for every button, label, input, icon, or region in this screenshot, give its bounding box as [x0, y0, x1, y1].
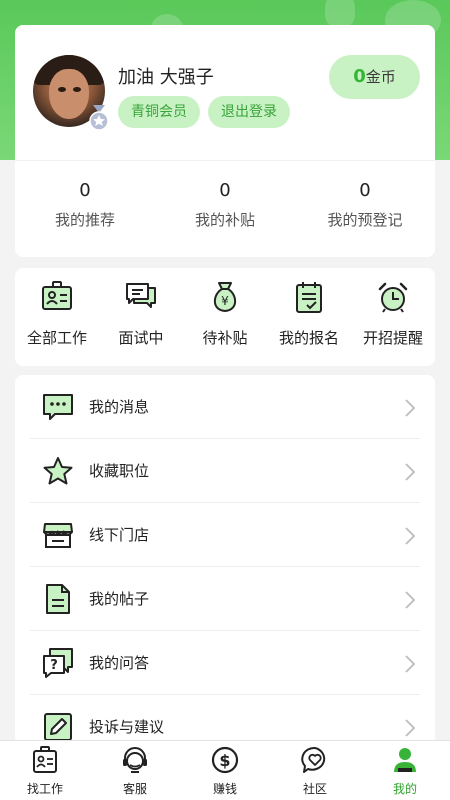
stat-subsidy[interactable]: 0 我的补贴 — [155, 180, 295, 230]
logout-button[interactable]: 退出登录 — [208, 96, 290, 128]
store-icon — [43, 523, 73, 548]
quick-label: 全部工作 — [26, 329, 87, 347]
user-icon — [394, 748, 416, 772]
quick-hiring-alerts[interactable]: 开招提醒 — [351, 268, 435, 366]
alarm-clock-icon — [378, 282, 408, 313]
quick-pending-subsidy[interactable]: ¥ 待补贴 — [183, 268, 267, 366]
stat-value: 0 — [79, 180, 91, 201]
id-card-icon — [42, 281, 72, 310]
chevron-right-icon — [405, 719, 416, 737]
tab-label: 找工作 — [26, 782, 63, 796]
username: 加油 大强子 — [118, 67, 214, 88]
coin-count: 0 — [353, 66, 366, 87]
list-item-label: 我的帖子 — [89, 590, 150, 608]
stat-value: 0 — [359, 180, 371, 201]
stat-value: 0 — [219, 180, 231, 201]
coin-balance[interactable]: 0金币 — [329, 55, 420, 99]
edit-icon — [44, 713, 72, 741]
stat-recommend[interactable]: 0 我的推荐 — [15, 180, 155, 230]
chevron-right-icon — [405, 463, 416, 481]
menu-list: 我的消息 收藏职位 线下门店 我的帖子 ? 我的问答 投诉与建议 — [15, 375, 435, 745]
stat-label: 我的补贴 — [194, 211, 255, 229]
question-icon: ? — [43, 648, 73, 678]
stat-preregistration[interactable]: 0 我的预登记 — [295, 180, 435, 230]
tab-earn-money[interactable]: $ 赚钱 — [180, 741, 270, 800]
chevron-right-icon — [405, 591, 416, 609]
quick-interviewing[interactable]: 面试中 — [99, 268, 183, 366]
chat-bubbles-icon — [126, 283, 156, 308]
coin-unit: 金币 — [365, 68, 396, 86]
tab-community[interactable]: 社区 — [270, 741, 360, 800]
bronze-medal-icon — [89, 105, 109, 131]
heart-chat-icon — [301, 746, 326, 773]
job-badge-icon — [33, 746, 57, 773]
tab-label: 我的 — [392, 782, 417, 796]
star-icon — [43, 457, 73, 485]
list-item-label: 收藏职位 — [89, 462, 150, 480]
chevron-right-icon — [405, 527, 416, 545]
tab-customer-service[interactable]: 客服 — [90, 741, 180, 800]
quick-label: 面试中 — [118, 329, 164, 347]
svg-text:$: $ — [219, 751, 230, 770]
tab-find-job[interactable]: 找工作 — [0, 741, 90, 800]
document-icon — [46, 584, 70, 614]
tab-label: 赚钱 — [212, 782, 237, 796]
divider — [15, 160, 435, 161]
tab-label: 客服 — [122, 782, 147, 796]
quick-label: 开招提醒 — [362, 329, 423, 347]
headset-icon — [123, 747, 147, 773]
money-bag-icon: ¥ — [213, 282, 237, 312]
quick-menu: 全部工作 面试中 ¥ 待补贴 我的报名 开招提醒 — [15, 268, 435, 366]
quick-label: 待补贴 — [202, 329, 248, 347]
list-item-label: 我的问答 — [89, 654, 150, 672]
chevron-right-icon — [405, 399, 416, 417]
dollar-icon: $ — [211, 746, 239, 774]
stat-label: 我的推荐 — [54, 211, 115, 229]
message-icon — [43, 394, 73, 420]
chevron-right-icon — [405, 655, 416, 673]
list-item-offline-stores[interactable]: 线下门店 — [30, 503, 420, 567]
tab-mine[interactable]: 我的 — [360, 741, 450, 800]
bottom-tab-bar: 找工作 客服 $ 赚钱 社区 我的 — [0, 740, 450, 800]
stat-label: 我的预登记 — [327, 211, 403, 229]
svg-text:?: ? — [50, 658, 58, 673]
svg-text:¥: ¥ — [221, 294, 229, 308]
list-item-label: 投诉与建议 — [89, 718, 165, 736]
list-item-label: 我的消息 — [89, 398, 150, 416]
tab-label: 社区 — [302, 782, 327, 796]
list-item-label: 线下门店 — [89, 526, 150, 544]
list-item-my-posts[interactable]: 我的帖子 — [30, 567, 420, 631]
list-item-feedback[interactable]: 投诉与建议 — [30, 695, 420, 745]
list-item-my-qa[interactable]: ? 我的问答 — [30, 631, 420, 695]
profile-card: 加油 大强子 青铜会员 退出登录 0金币 0 我的推荐 0 我的补贴 0 我的预… — [15, 25, 435, 257]
quick-all-jobs[interactable]: 全部工作 — [15, 268, 99, 366]
quick-my-applications[interactable]: 我的报名 — [267, 268, 351, 366]
list-item-messages[interactable]: 我的消息 — [30, 375, 420, 439]
list-item-saved-jobs[interactable]: 收藏职位 — [30, 439, 420, 503]
quick-label: 我的报名 — [278, 329, 339, 347]
clipboard-icon — [296, 282, 322, 313]
membership-badge[interactable]: 青铜会员 — [118, 96, 200, 128]
